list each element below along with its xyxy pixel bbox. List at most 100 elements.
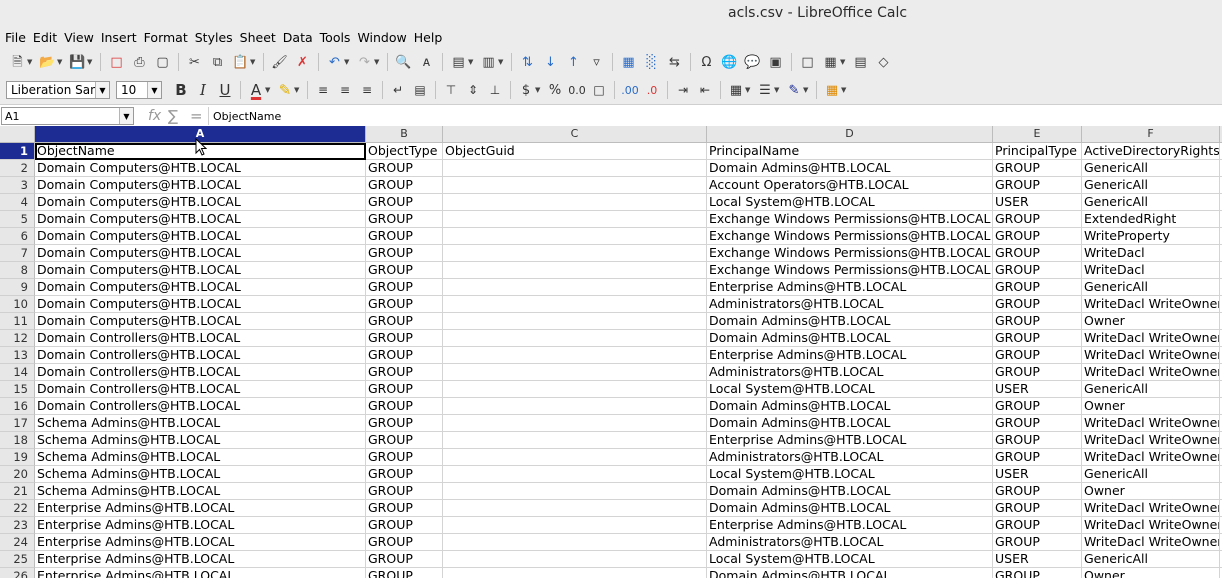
delete-decimal-icon[interactable]: .0	[642, 80, 662, 100]
row-header[interactable]: 8	[0, 262, 35, 279]
table-cell[interactable]	[443, 194, 707, 211]
row-header[interactable]: 3	[0, 177, 35, 194]
define-print-area-icon[interactable]: □	[798, 53, 817, 72]
table-cell[interactable]: Administrators@HTB.LOCAL	[707, 449, 993, 466]
table-cell[interactable]: Owner	[1082, 568, 1220, 578]
table-cell[interactable]: WriteDacl WriteOwner	[1082, 449, 1220, 466]
table-cell[interactable]: GROUP	[366, 228, 443, 245]
table-cell[interactable]	[443, 177, 707, 194]
show-draw-functions-icon[interactable]: ◇	[874, 53, 893, 72]
table-cell[interactable]: Enterprise Admins@HTB.LOCAL	[35, 517, 366, 534]
conditional-format-icon[interactable]: ▦	[822, 80, 842, 100]
table-cell[interactable]: GenericAll	[1082, 177, 1220, 194]
table-cell[interactable]: Local System@HTB.LOCAL	[707, 194, 993, 211]
row-header[interactable]: 20	[0, 466, 35, 483]
table-cell[interactable]: Schema Admins@HTB.LOCAL	[35, 483, 366, 500]
spreadsheet-grid[interactable]: A B C D E F 1 ObjectName ObjectType ObjectG…	[0, 126, 1222, 578]
table-cell[interactable]: Administrators@HTB.LOCAL	[707, 296, 993, 313]
table-cell[interactable]	[443, 398, 707, 415]
table-cell[interactable]: ActiveDirectoryRights	[1082, 143, 1220, 160]
column-header-c[interactable]: C	[443, 126, 707, 142]
table-cell[interactable]: Schema Admins@HTB.LOCAL	[35, 432, 366, 449]
table-cell[interactable]: Domain Computers@HTB.LOCAL	[35, 194, 366, 211]
table-cell[interactable]: Exchange Windows Permissions@HTB.LOCAL	[707, 211, 993, 228]
table-cell[interactable]: GROUP	[366, 245, 443, 262]
row-header[interactable]: 24	[0, 534, 35, 551]
table-cell[interactable]: Domain Computers@HTB.LOCAL	[35, 279, 366, 296]
table-cell[interactable]	[443, 279, 707, 296]
table-cell[interactable]: GROUP	[993, 364, 1082, 381]
menu-view[interactable]: View	[61, 30, 97, 45]
table-cell[interactable]: GROUP	[366, 466, 443, 483]
table-cell[interactable]: GROUP	[366, 432, 443, 449]
table-cell[interactable]	[443, 568, 707, 578]
table-cell[interactable]: WriteDacl WriteOwner	[1082, 432, 1220, 449]
merge-center-icon[interactable]: ▤	[410, 80, 430, 100]
table-cell[interactable]: GROUP	[993, 262, 1082, 279]
headers-footers-icon[interactable]: ▣	[766, 53, 785, 72]
table-cell[interactable]: WriteDacl WriteOwner	[1082, 364, 1220, 381]
spelling-icon[interactable]: ᴀ	[417, 53, 436, 72]
table-cell[interactable]: Domain Admins@HTB.LOCAL	[707, 483, 993, 500]
table-cell[interactable]	[443, 211, 707, 228]
font-color-icon[interactable]: A	[246, 80, 266, 100]
table-cell[interactable]: Domain Computers@HTB.LOCAL	[35, 228, 366, 245]
column-icon[interactable]: ▥	[479, 53, 498, 72]
table-cell[interactable]: GROUP	[993, 313, 1082, 330]
table-cell[interactable]: WriteDacl WriteOwner	[1082, 415, 1220, 432]
autofilter-icon[interactable]: ▿	[587, 53, 606, 72]
table-cell[interactable]: GROUP	[366, 296, 443, 313]
table-cell[interactable]: Domain Admins@HTB.LOCAL	[707, 568, 993, 578]
font-name-dropdown-icon[interactable]: ▼	[95, 82, 109, 98]
table-cell[interactable]	[443, 500, 707, 517]
sort-descending-icon[interactable]: ↑	[564, 53, 583, 72]
table-cell[interactable]: Domain Controllers@HTB.LOCAL	[35, 381, 366, 398]
align-bottom-icon[interactable]: ⊥	[485, 80, 505, 100]
column-header-d[interactable]: D	[707, 126, 993, 142]
table-cell[interactable]: WriteDacl WriteOwner	[1082, 534, 1220, 551]
table-cell[interactable]: GROUP	[366, 415, 443, 432]
table-cell[interactable]: Domain Admins@HTB.LOCAL	[707, 398, 993, 415]
split-window-icon[interactable]: ▤	[851, 53, 870, 72]
table-cell[interactable]: Enterprise Admins@HTB.LOCAL	[707, 279, 993, 296]
undo-icon[interactable]: ↶	[325, 53, 344, 72]
table-cell[interactable]: Owner	[1082, 313, 1220, 330]
clone-formatting-icon[interactable]: 🖌	[270, 53, 289, 72]
paste-dropdown-icon[interactable]: ▼	[250, 58, 257, 66]
table-cell[interactable]: Domain Controllers@HTB.LOCAL	[35, 330, 366, 347]
table-cell[interactable]: GROUP	[993, 330, 1082, 347]
table-cell[interactable]: GROUP	[366, 517, 443, 534]
table-cell[interactable]: Enterprise Admins@HTB.LOCAL	[35, 534, 366, 551]
table-cell[interactable]	[443, 415, 707, 432]
increase-indent-icon[interactable]: ⇥	[673, 80, 693, 100]
align-left-icon[interactable]: ≡	[313, 80, 333, 100]
row-header[interactable]: 14	[0, 364, 35, 381]
percent-format-icon[interactable]: %	[545, 80, 565, 100]
table-cell[interactable]	[443, 160, 707, 177]
table-cell[interactable]: WriteDacl	[1082, 245, 1220, 262]
table-cell[interactable]	[443, 330, 707, 347]
row-dropdown-icon[interactable]: ▼	[468, 58, 475, 66]
menu-window[interactable]: Window	[354, 30, 409, 45]
add-decimal-icon[interactable]: .00	[620, 80, 640, 100]
table-cell[interactable]: GROUP	[366, 262, 443, 279]
table-cell[interactable]: GROUP	[993, 568, 1082, 578]
special-character-icon[interactable]: Ω	[697, 53, 716, 72]
table-cell[interactable]: GenericAll	[1082, 160, 1220, 177]
table-cell[interactable]: Administrators@HTB.LOCAL	[707, 534, 993, 551]
new-dropdown-icon[interactable]: ▼	[27, 58, 34, 66]
table-cell[interactable]: Schema Admins@HTB.LOCAL	[35, 449, 366, 466]
border-style-dropdown-icon[interactable]: ▼	[774, 86, 781, 94]
table-cell[interactable]: Enterprise Admins@HTB.LOCAL	[35, 551, 366, 568]
row-header[interactable]: 26	[0, 568, 35, 578]
menu-sheet[interactable]: Sheet	[237, 30, 279, 45]
table-cell[interactable]	[443, 551, 707, 568]
table-cell[interactable]: Domain Controllers@HTB.LOCAL	[35, 364, 366, 381]
pivot-table-icon[interactable]: ⇆	[665, 53, 684, 72]
table-cell[interactable]: GROUP	[366, 194, 443, 211]
wrap-text-icon[interactable]: ↵	[388, 80, 408, 100]
table-cell[interactable]: GROUP	[993, 160, 1082, 177]
table-cell[interactable]: Owner	[1082, 483, 1220, 500]
menu-insert[interactable]: Insert	[98, 30, 140, 45]
table-cell[interactable]: GROUP	[366, 551, 443, 568]
